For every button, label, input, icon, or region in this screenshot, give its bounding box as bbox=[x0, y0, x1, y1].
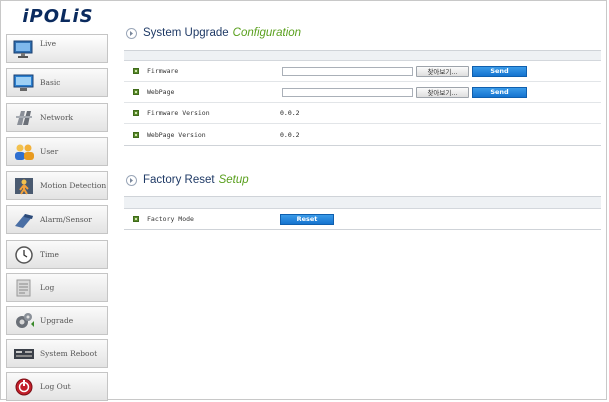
sidebar-item-system-reboot[interactable]: System Reboot bbox=[6, 339, 108, 368]
sidebar: iPOLiS Live Basic Network User Motion De… bbox=[6, 0, 110, 402]
firmware-version-label: Firmware Version bbox=[147, 109, 210, 117]
firmware-browse-button[interactable]: 찾아보기... bbox=[416, 65, 469, 77]
section-title-accent: Setup bbox=[218, 174, 249, 186]
firmware-label: Firmware bbox=[147, 67, 179, 75]
sidebar-item-label: System Reboot bbox=[40, 349, 98, 358]
bullet-icon bbox=[133, 216, 139, 222]
section-title-text: Factory Reset bbox=[143, 174, 215, 186]
basic-monitor-icon bbox=[12, 72, 36, 94]
sidebar-item-label: Log Out bbox=[40, 382, 71, 391]
factory-mode-row: Factory Mode Reset bbox=[124, 209, 601, 230]
sidebar-item-basic[interactable]: Basic bbox=[6, 68, 108, 97]
webpage-row: WebPage 찾아보기... Send bbox=[124, 82, 601, 103]
bullet-icon bbox=[133, 89, 139, 95]
sidebar-item-label: Network bbox=[40, 113, 74, 122]
webpage-version-value: 0.0.2 bbox=[280, 130, 300, 139]
sidebar-item-log[interactable]: Log bbox=[6, 273, 108, 302]
system-reboot-icon bbox=[12, 343, 36, 365]
webpage-send-button[interactable]: Send bbox=[472, 86, 527, 98]
firmware-send-button[interactable]: Send bbox=[472, 65, 527, 77]
sidebar-item-label: Log bbox=[40, 283, 55, 292]
bullet-icon bbox=[133, 68, 139, 74]
section-title-accent: Configuration bbox=[232, 27, 302, 39]
sidebar-item-label: Alarm/Sensor bbox=[40, 215, 92, 224]
firmware-row: Firmware 찾아보기... Send bbox=[124, 61, 601, 82]
alarm-sensor-icon bbox=[12, 209, 36, 231]
sidebar-item-label: Motion Detection bbox=[40, 181, 107, 190]
bullet-icon bbox=[133, 110, 139, 116]
factory-mode-label: Factory Mode bbox=[147, 215, 194, 223]
sidebar-item-label: Upgrade bbox=[40, 316, 74, 325]
sidebar-item-upgrade[interactable]: Upgrade bbox=[6, 306, 108, 335]
webpage-file-input[interactable] bbox=[282, 87, 413, 97]
sidebar-item-motion-detection[interactable]: Motion Detection bbox=[6, 171, 108, 200]
sidebar-item-label: Time bbox=[40, 250, 59, 259]
sidebar-item-label: User bbox=[40, 147, 59, 156]
sidebar-item-time[interactable]: Time bbox=[6, 240, 108, 269]
factory-reset-title: Factory Reset Setup bbox=[126, 174, 249, 186]
ipolis-logo: iPOLiS bbox=[22, 6, 94, 27]
section-arrow-icon bbox=[126, 27, 137, 39]
section-arrow-icon bbox=[126, 174, 137, 186]
webpage-version-label: WebPage Version bbox=[147, 130, 206, 139]
motion-detection-icon bbox=[12, 175, 36, 197]
firmware-version-row: Firmware Version 0.0.2 bbox=[124, 103, 601, 124]
system-upgrade-table: Firmware 찾아보기... Send WebPage 찾아보기... Se… bbox=[124, 50, 601, 146]
bullet-icon bbox=[133, 131, 139, 138]
user-icon bbox=[12, 141, 36, 163]
upgrade-icon bbox=[12, 310, 36, 332]
clock-icon bbox=[12, 244, 36, 266]
sidebar-item-label: Basic bbox=[40, 78, 61, 87]
sidebar-item-label: Live bbox=[40, 39, 57, 48]
reset-button[interactable]: Reset bbox=[280, 213, 334, 225]
logout-icon bbox=[12, 376, 36, 398]
factory-reset-table: Factory Mode Reset bbox=[124, 196, 601, 230]
firmware-file-input[interactable] bbox=[282, 66, 413, 76]
webpage-browse-button[interactable]: 찾아보기... bbox=[416, 86, 469, 98]
sidebar-item-network[interactable]: Network bbox=[6, 103, 108, 132]
live-monitor-icon bbox=[12, 38, 36, 60]
table-header-strip bbox=[124, 197, 601, 209]
section-title-text: System Upgrade bbox=[143, 27, 229, 39]
sidebar-item-log-out[interactable]: Log Out bbox=[6, 372, 108, 401]
sidebar-item-alarm-sensor[interactable]: Alarm/Sensor bbox=[6, 205, 108, 234]
table-header-strip bbox=[124, 51, 601, 61]
webpage-label: WebPage bbox=[147, 88, 175, 96]
log-icon bbox=[12, 277, 36, 299]
sidebar-item-user[interactable]: User bbox=[6, 137, 108, 166]
webpage-version-row: WebPage Version 0.0.2 bbox=[124, 124, 601, 146]
network-icon bbox=[12, 107, 36, 129]
system-upgrade-title: System Upgrade Configuration bbox=[126, 27, 301, 39]
firmware-version-value: 0.0.2 bbox=[280, 109, 300, 117]
sidebar-item-live[interactable]: Live bbox=[6, 34, 108, 63]
